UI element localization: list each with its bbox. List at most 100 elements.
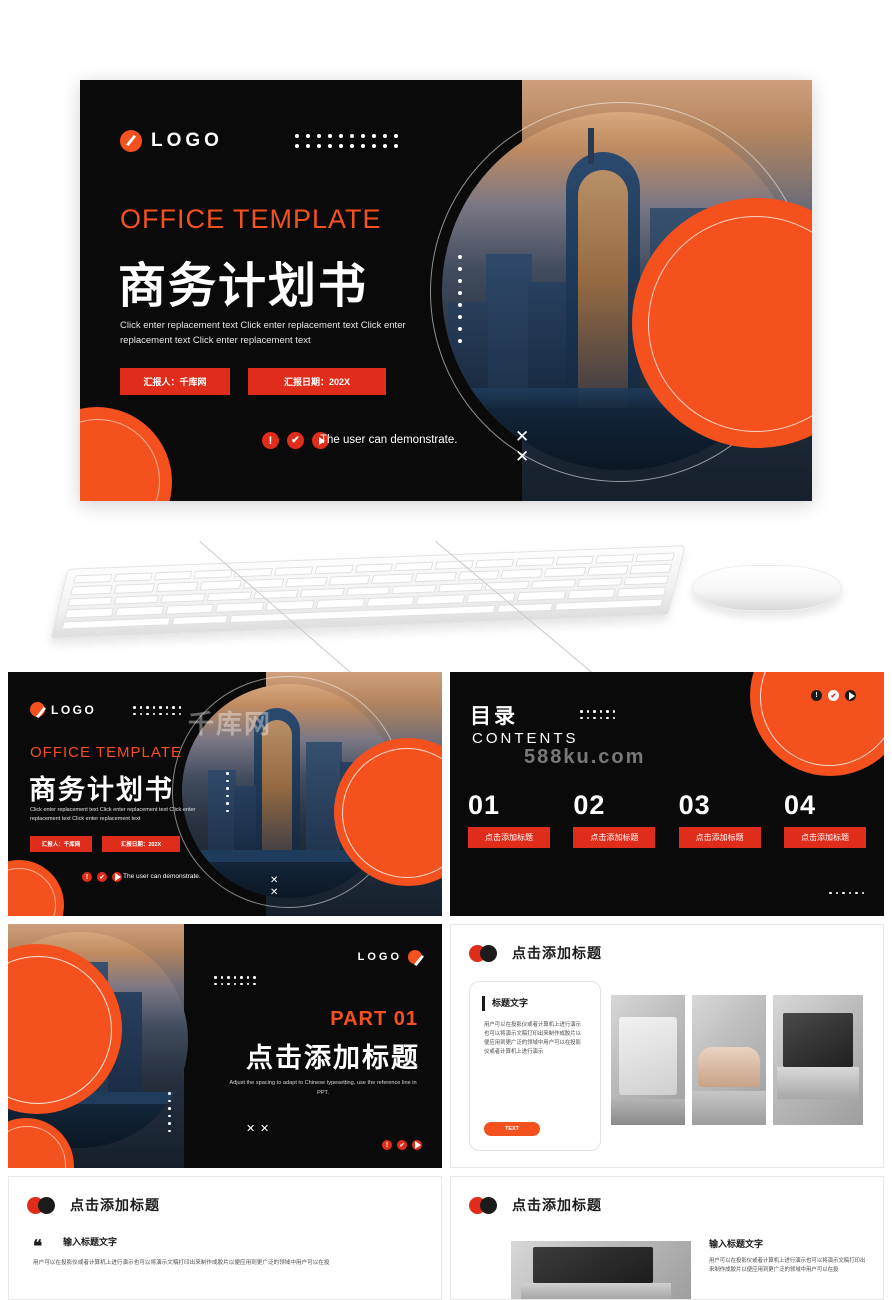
slide3-dot-grid [214, 976, 256, 985]
slide-thumbnail-contents[interactable]: ! ✔ 目录 CONTENTS 01 点击添加标题 02 点击添加标题 03 点… [450, 672, 884, 916]
contents-number: 01 [468, 790, 501, 820]
hero-english-title: OFFICE TEMPLATE [120, 204, 382, 234]
contents-item-4[interactable]: 04 点击添加标题 [783, 790, 866, 848]
slide2-items: 01 点击添加标题 02 点击添加标题 03 点击添加标题 04 点击添加标题 [468, 790, 866, 848]
slide-thumbnail-content-3[interactable]: 点击添加标题 输入标题文字 用户可以在投影仪或者计算机上进行演示也可以将演示文稿… [450, 1176, 884, 1300]
contents-label[interactable]: 点击添加标题 [468, 827, 550, 848]
logo-mark-icon [30, 702, 45, 717]
slide1-logo[interactable]: LOGO [30, 702, 96, 717]
contents-label[interactable]: 点击添加标题 [783, 827, 866, 848]
slide4-header: 点击添加标题 [469, 943, 602, 963]
hero-mini-icon-group: ! ✔ [262, 432, 329, 449]
close-icon-secondary[interactable]: ✕ [270, 888, 278, 898]
slide-thumbnail-content-2[interactable]: 点击添加标题 ❝ 输入标题文字 用户可以在投影仪或者计算机上进行演示也可以将演示… [8, 1176, 442, 1300]
dual-circle-icon [469, 1196, 503, 1214]
slide4-text-button[interactable]: TEXT [484, 1122, 540, 1136]
card-accent-bar [482, 996, 485, 1011]
slide3-title: 点击添加标题 [246, 1043, 420, 1073]
mouse-image [692, 565, 842, 611]
slide6-header: 点击添加标题 [469, 1195, 602, 1215]
dual-circle-icon [27, 1196, 61, 1214]
slide6-body: 用户可以在投影仪或者计算机上进行演示也可以将演示文稿打印出来制作成胶片以便应用到… [709, 1258, 866, 1273]
slide4-card-title: 标题文字 [492, 998, 529, 1008]
contents-number: 03 [678, 790, 711, 820]
hero-footer-text: The user can demonstrate. [320, 434, 458, 446]
logo-mark-icon [408, 950, 422, 964]
hero-logo[interactable]: LOGO [120, 130, 223, 152]
slide2-title-cn: 目录 [470, 705, 518, 728]
contents-item-2[interactable]: 02 点击添加标题 [573, 790, 656, 848]
check-icon[interactable]: ✔ [287, 432, 304, 449]
exclamation-icon[interactable]: ! [382, 1140, 392, 1150]
slide6-photo [511, 1241, 691, 1299]
slide1-tag-presenter[interactable]: 汇报人：千库网 [30, 836, 92, 852]
exclamation-icon[interactable]: ! [262, 432, 279, 449]
hero-chinese-title: 商务计划书 [118, 260, 369, 313]
close-icon-secondary[interactable]: ✕ [515, 448, 529, 465]
close-icon[interactable]: ✕ [270, 876, 278, 886]
slide5-body: 用户可以在投影仪或者计算机上进行演示也可以将演示文稿打印出来制作成胶片以便应用到… [33, 1260, 330, 1266]
slide1-english-title: OFFICE TEMPLATE [30, 744, 182, 761]
slide1-footer-text: The user can demonstrate. [123, 873, 201, 880]
hero-description: Click enter replacement text Click enter… [120, 320, 406, 347]
slide5-title: 点击添加标题 [70, 1197, 160, 1213]
contents-item-3[interactable]: 03 点击添加标题 [678, 790, 761, 848]
hero-tag-presenter[interactable]: 汇报人：千库网 [120, 368, 230, 395]
slide1-dot-column [226, 772, 229, 812]
slide-thumbnail-section[interactable]: LOGO PART 01 点击添加标题 Adjust the spacing t… [8, 924, 442, 1168]
slide5-subtitle: 输入标题文字 [63, 1237, 118, 1247]
slide3-part-label: PART 01 [330, 1008, 418, 1030]
slide-thumbnail-content-1[interactable]: 点击添加标题 标题文字 用户可以在投影仪或者计算机上进行演示也可以将演示文稿打印… [450, 924, 884, 1168]
slide6-subtitle: 输入标题文字 [709, 1239, 764, 1249]
slide4-photo-2 [692, 995, 766, 1125]
slide6-title: 点击添加标题 [512, 1197, 602, 1213]
hero-dot-column [458, 255, 462, 343]
check-icon[interactable]: ✔ [397, 1140, 407, 1150]
slide1-chinese-title: 商务计划书 [29, 775, 174, 805]
hero-slide: LOGO OFFICE TEMPLATE 商务计划书 Click enter r… [80, 80, 812, 501]
watermark: 588ku.com [524, 746, 646, 768]
slide2-dot-grid [580, 710, 615, 719]
contents-number: 04 [783, 790, 817, 820]
close-icon-secondary[interactable]: ✕ [260, 1124, 269, 1135]
slide1-dot-grid [133, 706, 181, 715]
slide-thumbnail-cover[interactable]: LOGO OFFICE TEMPLATE 商务计划书 Click enter r… [8, 672, 442, 916]
hero-tag-date[interactable]: 汇报日期：202X [248, 368, 386, 395]
contents-label[interactable]: 点击添加标题 [573, 827, 656, 848]
slide2-mini-icon-group: ! ✔ [811, 690, 856, 701]
slide1-description: Click enter replacement text Click enter… [30, 807, 196, 823]
slide4-card-body: 用户可以在投影仪或者计算机上进行演示也可以将演示文稿打印出来制作成胶片以便应用到… [484, 1022, 582, 1055]
contents-item-1[interactable]: 01 点击添加标题 [468, 790, 550, 848]
desk-accessories [0, 505, 892, 703]
check-icon[interactable]: ✔ [97, 872, 107, 882]
quote-icon: ❝ [33, 1237, 43, 1256]
slide1-mini-icon-group: ! ✔ [82, 872, 122, 882]
check-icon[interactable]: ✔ [828, 690, 839, 701]
slide2-dot-row-bottom [829, 891, 864, 894]
contents-number: 02 [573, 790, 606, 820]
slide1-tag-date[interactable]: 汇报日期：202X [102, 836, 180, 852]
play-icon[interactable] [845, 690, 856, 701]
logo-text: LOGO [51, 702, 97, 717]
slide2-title-en: CONTENTS [472, 730, 579, 747]
slide3-mini-icon-group: ! ✔ [382, 1140, 422, 1150]
close-icon[interactable]: ✕ [515, 428, 529, 445]
play-icon[interactable] [112, 872, 122, 882]
close-icon[interactable]: ✕ [246, 1124, 255, 1135]
logo-text: LOGO [151, 130, 223, 151]
logo-mark-icon [120, 130, 142, 152]
slide3-logo[interactable]: LOGO [358, 950, 422, 964]
logo-text: LOGO [357, 951, 402, 963]
exclamation-icon[interactable]: ! [82, 872, 92, 882]
slide3-description: Adjust the spacing to adapt to Chinese t… [229, 1080, 417, 1097]
dual-circle-icon [469, 944, 503, 962]
play-icon[interactable] [412, 1140, 422, 1150]
slide4-title: 点击添加标题 [512, 945, 602, 961]
slide4-text-card: 标题文字 用户可以在投影仪或者计算机上进行演示也可以将演示文稿打印出来制作成胶片… [469, 981, 601, 1151]
keyboard-image [50, 545, 686, 639]
slide4-photo-1 [611, 995, 685, 1125]
contents-label[interactable]: 点击添加标题 [678, 827, 761, 848]
slide4-photo-3 [773, 995, 863, 1125]
slide5-header: 点击添加标题 [27, 1195, 160, 1215]
exclamation-icon[interactable]: ! [811, 690, 822, 701]
